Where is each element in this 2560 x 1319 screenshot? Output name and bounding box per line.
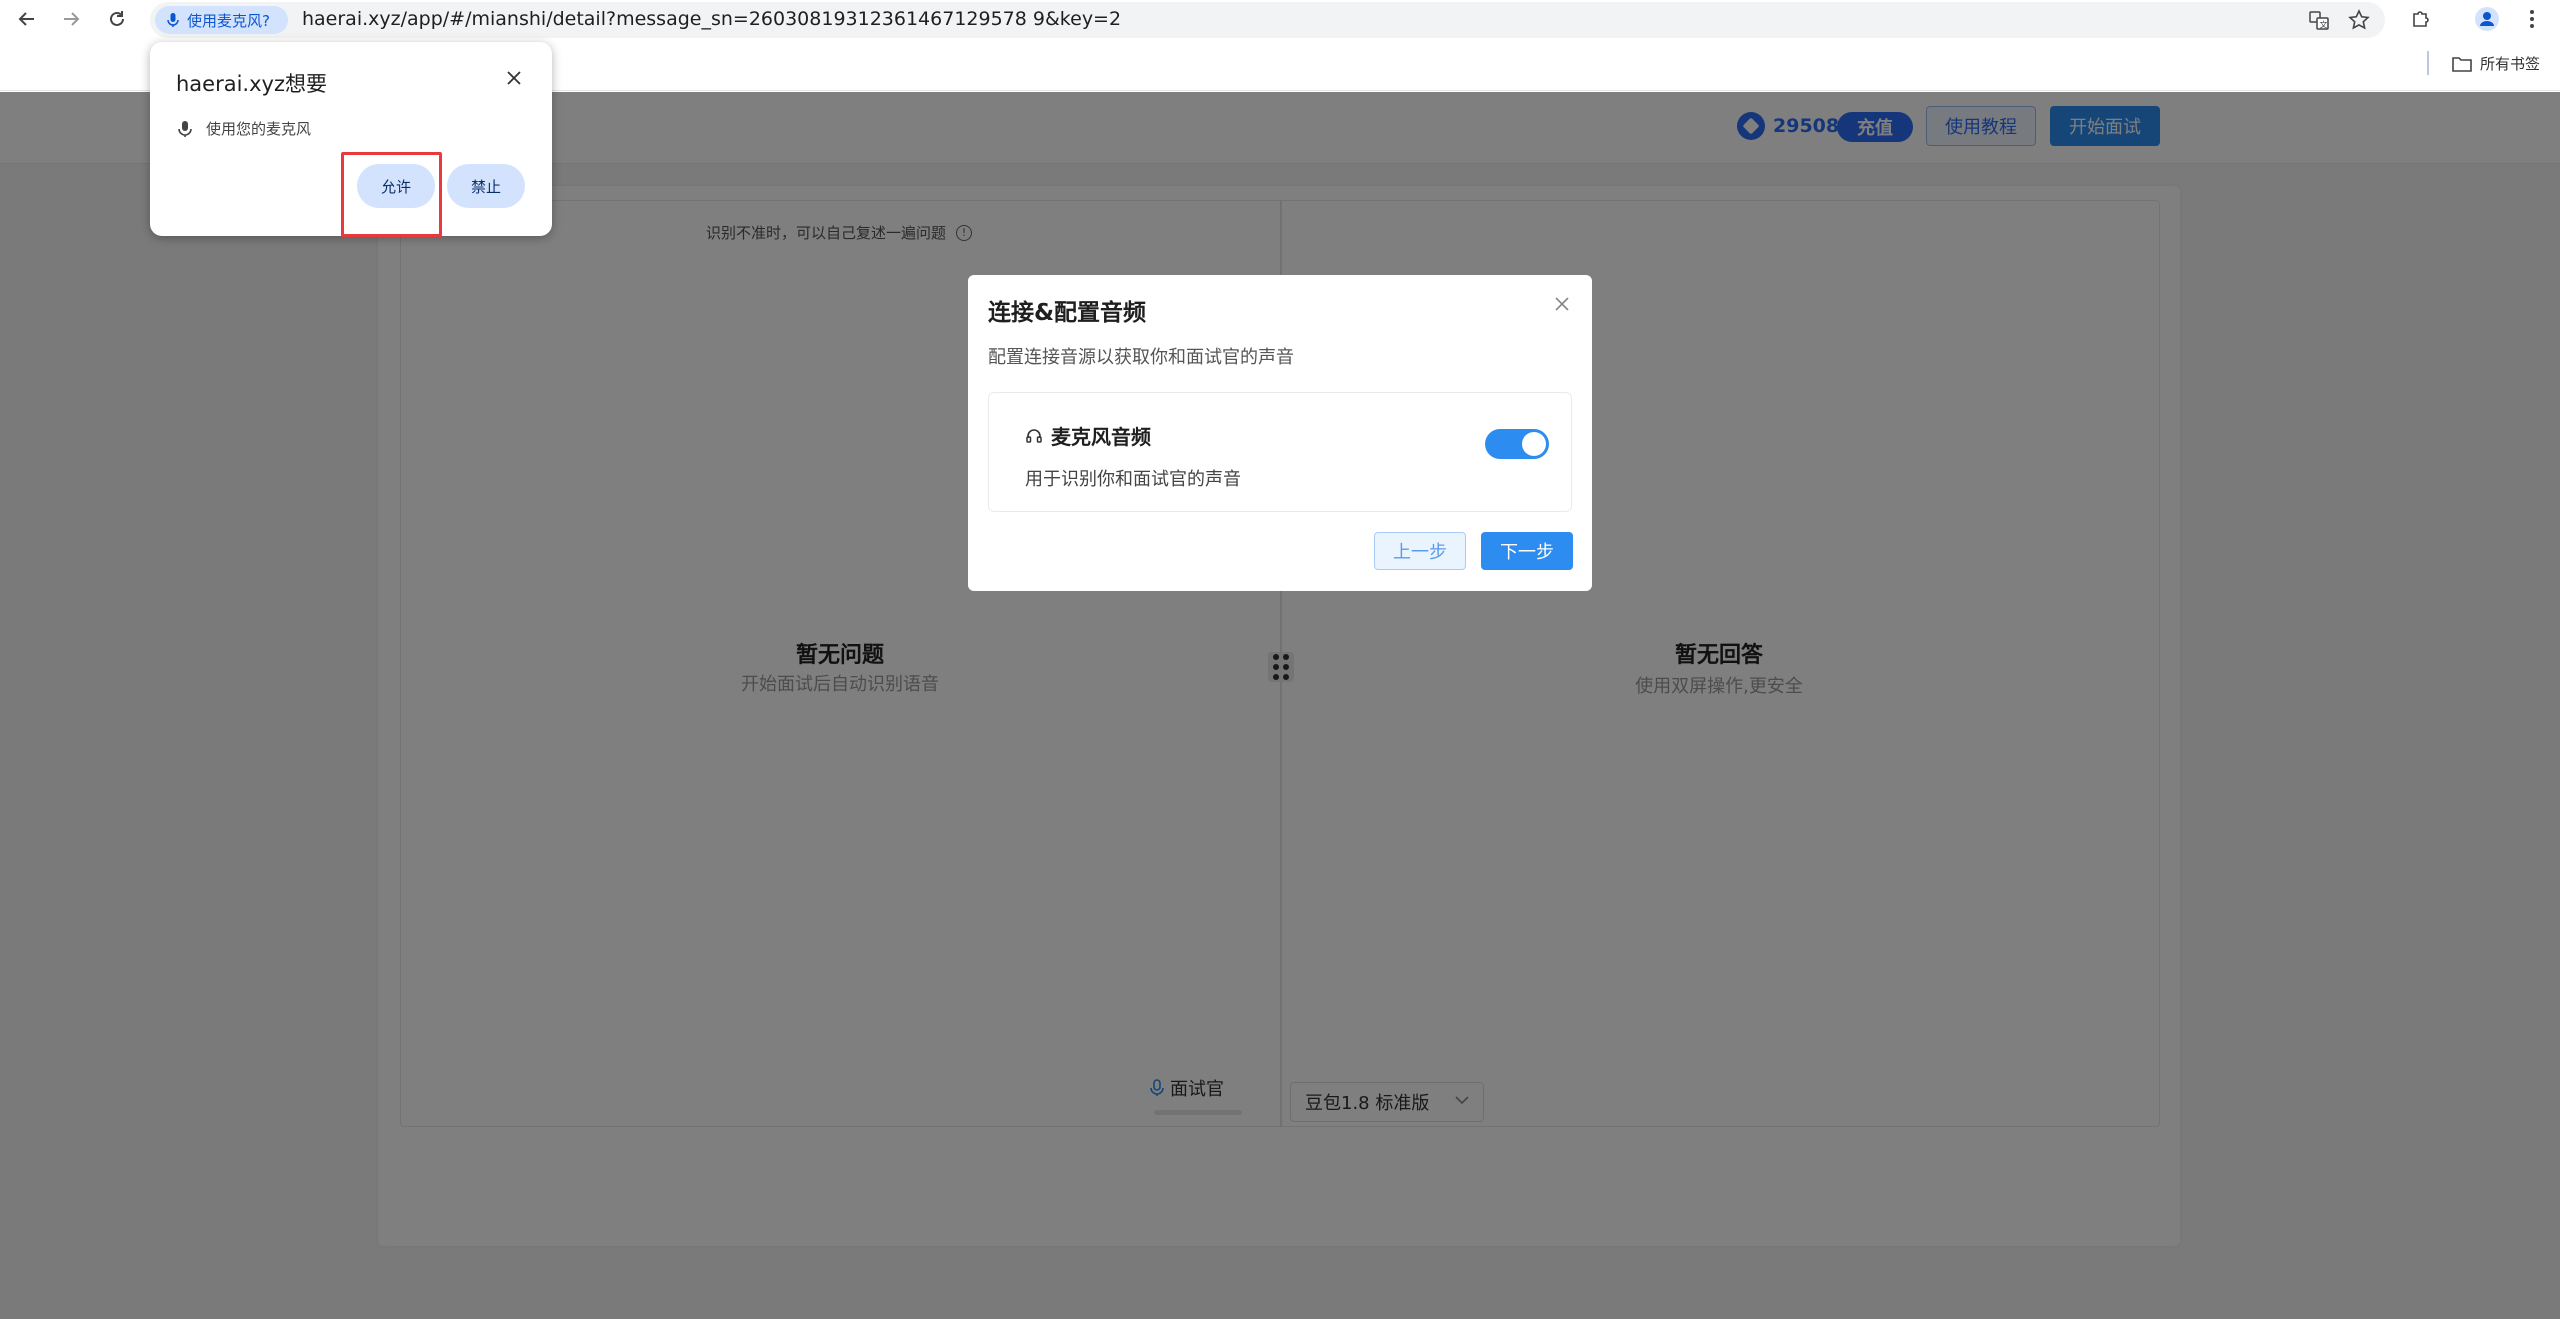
microphone-icon [178, 120, 192, 137]
permission-title: haerai.xyz想要 [176, 72, 327, 96]
audio-source-name: 麦克风音频 [1025, 421, 1151, 450]
translate-icon[interactable]: 文 [2306, 7, 2332, 33]
extensions-icon[interactable] [2404, 2, 2438, 36]
folder-icon [2452, 56, 2472, 72]
audio-config-dialog: 连接&配置音频 配置连接音源以获取你和面试官的声音 麦克风音频 用于识别你和面试… [968, 275, 1592, 591]
microphone-icon [167, 13, 179, 27]
toggle-knob [1522, 432, 1546, 456]
svg-text:文: 文 [2320, 20, 2328, 30]
bookmark-star-icon[interactable] [2346, 7, 2372, 33]
more-menu-icon[interactable] [2515, 2, 2549, 36]
audio-source-description: 用于识别你和面试官的声音 [1025, 469, 1241, 490]
audio-source-item: 麦克风音频 用于识别你和面试官的声音 [988, 392, 1572, 512]
headphones-icon [1026, 428, 1042, 443]
browser-toolbar: 使用麦克风? haerai.xyz/app/#/mianshi/detail?m… [0, 0, 2560, 39]
close-icon[interactable] [1554, 293, 1570, 318]
forward-arrow-icon[interactable] [54, 2, 88, 36]
dialog-description: 配置连接音源以获取你和面试官的声音 [988, 347, 1294, 368]
mic-chip-label: 使用麦克风? [187, 11, 270, 30]
bookmarks-separator [2427, 51, 2429, 75]
permission-request: 使用您的麦克风 [176, 118, 311, 139]
back-arrow-icon[interactable] [10, 2, 44, 36]
highlight-box [341, 152, 442, 237]
url-text[interactable]: haerai.xyz/app/#/mianshi/detail?message_… [302, 8, 1121, 30]
previous-step-button[interactable]: 上一步 [1374, 532, 1466, 570]
close-icon[interactable] [506, 64, 522, 92]
dialog-title: 连接&配置音频 [988, 300, 1147, 326]
audio-source-label: 麦克风音频 [1051, 425, 1151, 449]
all-bookmarks-button[interactable]: 所有书签 [2452, 53, 2540, 74]
address-bar[interactable]: 使用麦克风? haerai.xyz/app/#/mianshi/detail?m… [150, 2, 2385, 38]
block-button[interactable]: 禁止 [447, 164, 525, 208]
next-step-button[interactable]: 下一步 [1481, 532, 1573, 570]
permission-request-text: 使用您的麦克风 [206, 120, 312, 138]
profile-avatar-icon[interactable] [2470, 2, 2504, 36]
mic-permission-chip[interactable]: 使用麦克风? [155, 6, 288, 34]
microphone-audio-toggle[interactable] [1485, 429, 1549, 459]
all-bookmarks-label: 所有书签 [2480, 55, 2541, 73]
reload-icon[interactable] [100, 2, 134, 36]
